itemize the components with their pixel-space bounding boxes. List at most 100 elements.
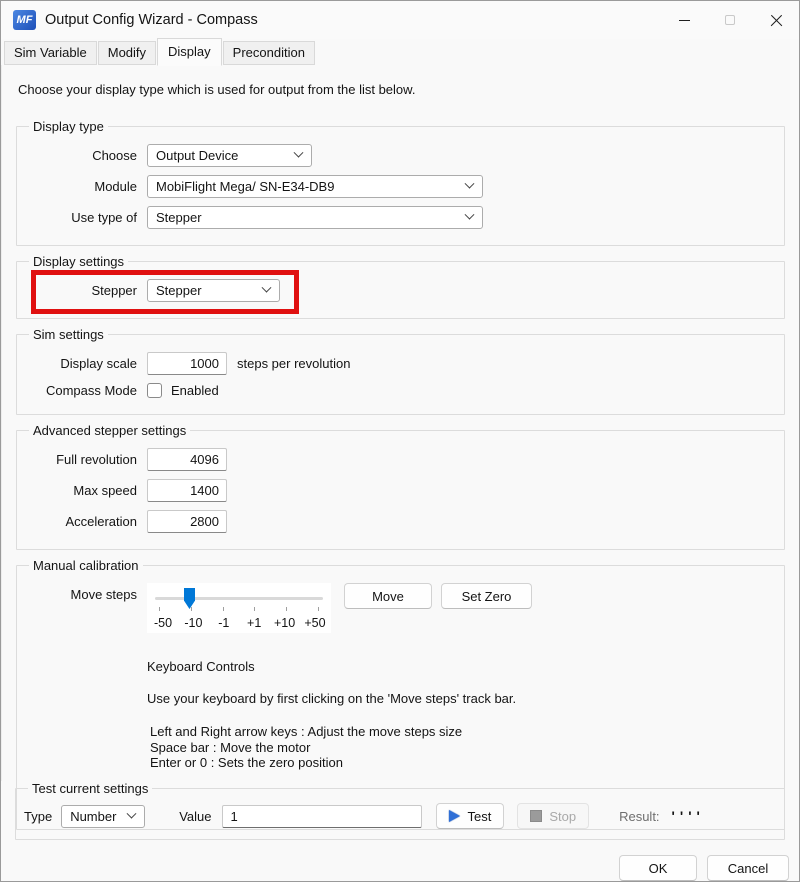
maximize-icon <box>725 15 735 25</box>
slider-tick <box>254 607 255 611</box>
mobiflight-logo-text: MF <box>17 14 33 26</box>
stepper-select[interactable]: Stepper <box>147 279 280 302</box>
move-steps-slider[interactable]: -50 -10 -1 +1 +10 +50 <box>147 583 331 633</box>
module-select[interactable]: MobiFlight Mega/ SN-E34-DB9 <box>147 175 483 198</box>
choose-row: Choose Output Device <box>25 144 776 167</box>
slider-thumb[interactable] <box>184 588 195 609</box>
slider-tick <box>159 607 160 611</box>
keyboard-controls-lines: Left and Right arrow keys : Adjust the m… <box>147 724 776 770</box>
result-label: Result: <box>619 809 659 824</box>
tick-label: +50 <box>300 616 330 630</box>
display-settings-legend: Display settings <box>29 254 128 269</box>
display-scale-suffix: steps per revolution <box>237 356 350 371</box>
test-value-label: Value <box>179 809 211 824</box>
test-value-input[interactable] <box>222 805 422 828</box>
close-icon <box>770 14 783 27</box>
mobiflight-logo-icon: MF <box>13 10 36 30</box>
page-description: Choose your display type which is used f… <box>18 82 783 97</box>
stop-icon <box>530 810 542 822</box>
display-scale-label: Display scale <box>25 356 137 371</box>
slider-track[interactable] <box>155 597 323 600</box>
cancel-button[interactable]: Cancel <box>707 855 789 881</box>
compass-mode-row: Compass Mode Enabled <box>25 383 776 398</box>
max-speed-row: Max speed <box>25 479 776 502</box>
tick-label: +1 <box>239 616 269 630</box>
choose-label: Choose <box>25 148 137 163</box>
acceleration-row: Acceleration <box>25 510 776 533</box>
slider-tick <box>191 607 192 611</box>
max-speed-input[interactable] <box>147 479 227 502</box>
sim-settings-group: Sim settings Display scale steps per rev… <box>16 327 785 415</box>
tab-strip: Sim Variable Modify Display Precondition <box>1 39 799 65</box>
move-steps-label: Move steps <box>25 587 137 602</box>
test-current-settings-legend: Test current settings <box>28 781 152 796</box>
advanced-stepper-settings-legend: Advanced stepper settings <box>29 423 190 438</box>
chevron-down-icon <box>127 808 137 818</box>
stop-button-label: Stop <box>549 809 576 824</box>
full-revolution-row: Full revolution <box>25 448 776 471</box>
module-row: Module MobiFlight Mega/ SN-E34-DB9 <box>25 175 776 198</box>
stepper-select-value: Stepper <box>156 283 263 298</box>
titlebar: MF Output Config Wizard - Compass <box>1 1 799 39</box>
test-row: Type Number Value Test Stop Result: '''' <box>24 803 776 829</box>
test-type-label: Type <box>24 809 52 824</box>
display-scale-input[interactable] <box>147 352 227 375</box>
stepper-label: Stepper <box>25 283 137 298</box>
tick-label: +10 <box>270 616 300 630</box>
full-revolution-input[interactable] <box>147 448 227 471</box>
tab-precondition[interactable]: Precondition <box>223 41 315 65</box>
compass-mode-checkbox[interactable] <box>147 383 162 398</box>
set-zero-button[interactable]: Set Zero <box>441 583 532 609</box>
module-select-value: MobiFlight Mega/ SN-E34-DB9 <box>156 179 466 194</box>
move-steps-row: Move steps -50 -10 <box>25 583 776 633</box>
play-icon <box>449 810 460 822</box>
test-type-select-value: Number <box>70 809 128 824</box>
keyboard-controls-title: Keyboard Controls <box>147 659 776 674</box>
output-config-wizard-window: MF Output Config Wizard - Compass Sim Va… <box>0 0 800 882</box>
display-type-group: Display type Choose Output Device Module… <box>16 119 785 246</box>
manual-calibration-legend: Manual calibration <box>29 558 143 573</box>
display-settings-group: Display settings Stepper Stepper <box>16 254 785 319</box>
max-speed-label: Max speed <box>25 483 137 498</box>
chevron-down-icon <box>294 148 304 158</box>
tab-display[interactable]: Display <box>157 38 222 66</box>
use-type-select-value: Stepper <box>156 210 466 225</box>
window-controls <box>661 1 799 39</box>
display-scale-row: Display scale steps per revolution <box>25 352 776 375</box>
slider-tick-labels: -50 -10 -1 +1 +10 +50 <box>147 616 331 630</box>
dialog-footer: OK Cancel <box>1 848 799 881</box>
keyboard-controls-line: Space bar : Move the motor <box>150 740 776 755</box>
tab-modify[interactable]: Modify <box>98 41 156 65</box>
acceleration-label: Acceleration <box>25 514 137 529</box>
display-type-select-value: Output Device <box>156 148 295 163</box>
stepper-row: Stepper Stepper <box>25 279 776 302</box>
keyboard-controls-line: Enter or 0 : Sets the zero position <box>150 755 776 770</box>
ok-button[interactable]: OK <box>619 855 697 881</box>
use-type-select[interactable]: Stepper <box>147 206 483 229</box>
test-current-settings-group: Test current settings Type Number Value … <box>15 781 785 840</box>
compass-mode-option-label: Enabled <box>171 383 219 398</box>
test-type-select[interactable]: Number <box>61 805 145 828</box>
tab-sim-variable[interactable]: Sim Variable <box>4 41 97 65</box>
test-button[interactable]: Test <box>436 803 504 829</box>
keyboard-controls-intro: Use your keyboard by first clicking on t… <box>147 691 639 707</box>
close-button[interactable] <box>753 1 799 39</box>
display-type-select[interactable]: Output Device <box>147 144 312 167</box>
slider-tickmarks <box>147 607 331 612</box>
minimize-icon <box>679 20 690 21</box>
use-type-label: Use type of <box>25 210 137 225</box>
chevron-down-icon <box>465 179 475 189</box>
compass-mode-label: Compass Mode <box>25 383 137 398</box>
maximize-button[interactable] <box>707 1 753 39</box>
test-button-label: Test <box>467 809 491 824</box>
chevron-down-icon <box>262 283 272 293</box>
advanced-stepper-settings-group: Advanced stepper settings Full revolutio… <box>16 423 785 550</box>
acceleration-input[interactable] <box>147 510 227 533</box>
move-button[interactable]: Move <box>344 583 432 609</box>
slider-tick <box>318 607 319 611</box>
stop-button[interactable]: Stop <box>517 803 589 829</box>
result-value: '''' <box>672 808 705 824</box>
display-type-legend: Display type <box>29 119 108 134</box>
minimize-button[interactable] <box>661 1 707 39</box>
tick-label: -10 <box>178 616 208 630</box>
